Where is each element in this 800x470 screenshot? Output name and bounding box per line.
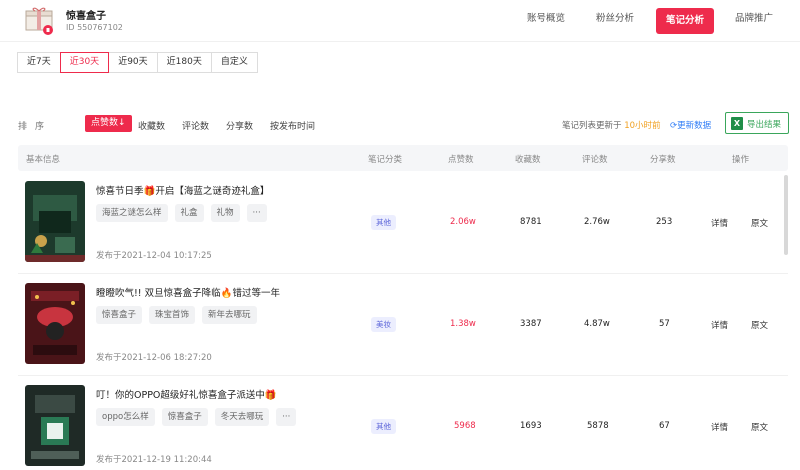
- publish-time: 发布于2021-12-19 11:20:44: [96, 455, 212, 465]
- original-link[interactable]: 原文: [751, 217, 768, 229]
- date-range-tabs: 近7天 近30天 近90天 近180天 自定义: [17, 52, 258, 73]
- note-title[interactable]: 惊喜节日季🎁开启【海蓝之谜奇迹礼盒】: [96, 183, 269, 197]
- col-likes: 点赞数: [448, 155, 474, 165]
- arrow-down-icon: ↓: [118, 118, 126, 128]
- export-results-button[interactable]: X 导出结果: [725, 112, 789, 134]
- detail-link[interactable]: 详情: [711, 319, 728, 331]
- notes-analysis-page: 惊喜盒子 ID 550767102 账号概览 粉丝分析 笔记分析 品牌推广 近7…: [0, 0, 800, 470]
- note-thumbnail[interactable]: [25, 181, 85, 262]
- tag[interactable]: 珠宝首饰: [149, 306, 196, 324]
- likes-count: 1.38w: [450, 319, 476, 329]
- category-badge: 其他: [371, 215, 396, 230]
- shares-count: 57: [659, 319, 670, 329]
- tag[interactable]: 海蓝之谜怎么样: [96, 204, 168, 222]
- tab-7-days[interactable]: 近7天: [17, 52, 61, 73]
- sort-by-collects[interactable]: 收藏数: [138, 119, 165, 132]
- sort-by-comments[interactable]: 评论数: [182, 119, 209, 132]
- nav-fans-analysis[interactable]: 粉丝分析: [596, 10, 634, 24]
- update-prefix: 笔记列表更新于: [562, 121, 622, 131]
- collects-count: 8781: [520, 217, 542, 227]
- refresh-data-button[interactable]: ⟳更新数据: [670, 119, 711, 131]
- category-badge: 美妆: [371, 317, 396, 332]
- update-time: 10小时前: [624, 121, 661, 131]
- original-link[interactable]: 原文: [751, 319, 768, 331]
- sort-by-likes[interactable]: 点赞数↓: [85, 115, 132, 132]
- publish-time: 发布于2021-12-04 10:17:25: [96, 251, 212, 261]
- tab-custom[interactable]: 自定义: [210, 52, 258, 73]
- tab-180-days[interactable]: 近180天: [156, 52, 212, 73]
- nav-account-overview[interactable]: 账号概览: [527, 10, 565, 24]
- tag[interactable]: 冬天去哪玩: [214, 408, 270, 426]
- tag[interactable]: oppo怎么样: [96, 408, 155, 426]
- comments-count: 4.87w: [584, 319, 610, 329]
- tag[interactable]: 礼物: [210, 204, 240, 222]
- category-badge: 其他: [371, 419, 396, 434]
- tag[interactable]: 新年去哪玩: [202, 306, 257, 324]
- account-name: 惊喜盒子: [66, 11, 106, 22]
- table-row: 叮！你的OPPO超级好礼惊喜盒子派送中🎁 oppo怎么样 惊喜盒子 冬天去哪玩 …: [18, 377, 788, 470]
- note-tags: 海蓝之谜怎么样 礼盒 礼物 ···: [96, 204, 274, 222]
- shares-count: 253: [656, 217, 673, 227]
- detail-link[interactable]: 详情: [711, 421, 728, 433]
- col-shares: 分享数: [650, 155, 676, 165]
- sort-option-label: 点赞数: [91, 118, 119, 128]
- note-title[interactable]: 瞪瞪吹气!! 双旦惊喜盒子降临🔥错过等一年: [96, 285, 280, 299]
- table-row: 惊喜节日季🎁开启【海蓝之谜奇迹礼盒】 海蓝之谜怎么样 礼盒 礼物 ··· 发布于…: [18, 173, 788, 274]
- detail-link[interactable]: 详情: [711, 217, 728, 229]
- comments-count: 5878: [587, 421, 609, 431]
- collects-count: 1693: [520, 421, 542, 431]
- note-tags: oppo怎么样 惊喜盒子 冬天去哪玩 ···: [96, 408, 303, 426]
- col-category: 笔记分类: [368, 155, 403, 165]
- original-link[interactable]: 原文: [751, 421, 768, 433]
- comments-count: 2.76w: [584, 217, 610, 227]
- note-title[interactable]: 叮！你的OPPO超级好礼惊喜盒子派送中🎁: [96, 387, 277, 401]
- note-tags: 惊喜盒子 珠宝首饰 新年去哪玩: [96, 306, 264, 324]
- publish-time: 发布于2021-12-06 18:27:20: [96, 353, 212, 363]
- excel-icon: X: [731, 117, 743, 130]
- export-label: 导出结果: [747, 120, 782, 130]
- col-comments: 评论数: [582, 155, 608, 165]
- likes-count: 2.06w: [450, 217, 476, 227]
- tab-90-days[interactable]: 近90天: [108, 52, 158, 73]
- col-basic-info: 基本信息: [26, 155, 61, 165]
- sort-label: 排序: [18, 122, 53, 132]
- update-status: 笔记列表更新于 10小时前: [562, 119, 661, 131]
- note-thumbnail[interactable]: [25, 283, 85, 364]
- gift-box-avatar: [24, 6, 56, 36]
- account-id: ID 550767102: [66, 23, 123, 32]
- more-tags[interactable]: ···: [246, 204, 267, 222]
- shares-count: 67: [659, 421, 670, 431]
- likes-count: 5968: [454, 421, 476, 431]
- tag[interactable]: 惊喜盒子: [161, 408, 208, 426]
- col-collects: 收藏数: [515, 155, 541, 165]
- table-header: 基本信息 笔记分类 点赞数 收藏数 评论数 分享数 操作: [18, 145, 788, 171]
- tag[interactable]: 惊喜盒子: [96, 306, 143, 324]
- tag[interactable]: 礼盒: [174, 204, 204, 222]
- tab-30-days[interactable]: 近30天: [59, 52, 110, 73]
- more-tags[interactable]: ···: [276, 408, 297, 426]
- vertical-scrollbar[interactable]: [784, 175, 788, 255]
- table-row: 瞪瞪吹气!! 双旦惊喜盒子降临🔥错过等一年 惊喜盒子 珠宝首饰 新年去哪玩 发布…: [18, 275, 788, 376]
- sort-by-publish-time[interactable]: 按发布时间: [270, 119, 315, 132]
- sort-by-shares[interactable]: 分享数: [226, 119, 253, 132]
- collects-count: 3387: [520, 319, 542, 329]
- refresh-label: 更新数据: [677, 121, 712, 131]
- account-header: 惊喜盒子 ID 550767102 账号概览 粉丝分析 笔记分析 品牌推广: [0, 0, 800, 42]
- nav-notes-analysis[interactable]: 笔记分析: [656, 8, 715, 34]
- note-thumbnail[interactable]: [25, 385, 85, 466]
- nav-brand-promotion[interactable]: 品牌推广: [735, 10, 773, 24]
- col-actions: 操作: [732, 155, 750, 165]
